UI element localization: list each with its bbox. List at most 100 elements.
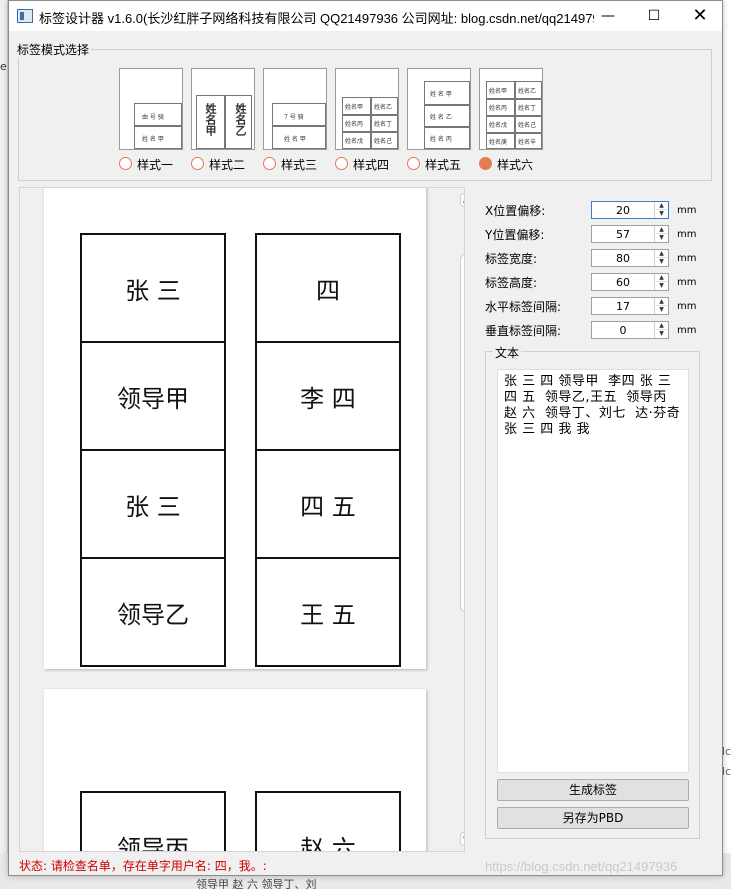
thumb-text: 姓名庚: [489, 139, 508, 146]
label-height-spinbox[interactable]: ▲ ▼: [591, 273, 669, 291]
radio-style-1[interactable]: 样式一: [119, 156, 185, 172]
style-thumb-4[interactable]: 姓名甲 姓名乙 姓名丙 姓名丁 姓名戊 姓名己: [335, 68, 399, 150]
thumb-text: 姓名己: [374, 138, 393, 145]
radio-label: 样式五: [425, 158, 462, 172]
minimize-icon[interactable]: —: [585, 1, 631, 31]
scrollbar-thumb[interactable]: [460, 254, 464, 612]
v-spacing-input[interactable]: [592, 322, 654, 338]
radio-indicator-checked: [479, 157, 492, 170]
close-icon[interactable]: ✕: [677, 1, 723, 31]
save-as-pbd-button[interactable]: 另存为PBD: [497, 807, 689, 829]
radio-indicator: [119, 157, 132, 170]
thumb-divider: [342, 131, 398, 133]
spin-buttons[interactable]: ▲ ▼: [654, 250, 668, 266]
radio-style-3[interactable]: 样式三: [263, 156, 329, 172]
spin-down-icon[interactable]: ▼: [655, 234, 668, 242]
radio-indicator: [335, 157, 348, 170]
label-cell: 四 五: [255, 449, 401, 559]
spin-up-icon[interactable]: ▲: [655, 226, 668, 234]
thumb-divider: [272, 125, 326, 127]
radio-label: 样式四: [353, 158, 390, 172]
style-thumb-6[interactable]: 姓名甲 姓名乙 姓名丙 姓名丁 姓名戊 姓名己 姓名庚 姓名辛: [479, 68, 543, 150]
style-thumb-1[interactable]: 由 号 骑 姓 名 甲: [119, 68, 183, 150]
radio-style-2[interactable]: 样式二: [191, 156, 257, 172]
style-thumb-2[interactable]: 姓名甲 姓名乙: [191, 68, 255, 150]
watermark-text: https://blog.csdn.net/qq21497936: [485, 859, 678, 874]
x-offset-label: X位置偏移:: [485, 204, 546, 218]
radio-style-4[interactable]: 样式四: [335, 156, 401, 172]
label-cell: 四: [255, 233, 401, 343]
window-title: 标签设计器 v1.6.0(长沙红胖子网络科技有限公司 QQ21497936 公司…: [39, 11, 594, 26]
thumb-divider: [424, 126, 470, 128]
label-cell: 王 五: [255, 557, 401, 667]
spin-up-icon[interactable]: ▲: [655, 202, 668, 210]
status-text: 状态: 请检查名单，存在单字用户名: 四，我。:: [19, 859, 267, 873]
radio-label: 样式一: [137, 158, 174, 172]
label-width-spinbox[interactable]: ▲ ▼: [591, 249, 669, 267]
thumb-text: 由 号 骑: [142, 114, 164, 121]
spin-up-icon[interactable]: ▲: [655, 250, 668, 258]
thumb-text: 姓名辛: [518, 139, 537, 146]
spin-buttons[interactable]: ▲ ▼: [654, 322, 668, 338]
spin-down-icon[interactable]: ▼: [655, 330, 668, 338]
thumb-text: 姓 名 甲: [430, 91, 452, 98]
spin-buttons[interactable]: ▲ ▼: [654, 274, 668, 290]
spin-up-icon[interactable]: ▲: [655, 298, 668, 306]
unit-label: mm: [677, 253, 697, 264]
y-offset-input[interactable]: [592, 226, 654, 242]
unit-label: mm: [677, 325, 697, 336]
app-icon: [17, 9, 33, 23]
label-height-label: 标签高度:: [485, 276, 538, 290]
label-cell: 领导丙: [80, 791, 226, 851]
spin-down-icon[interactable]: ▼: [655, 306, 668, 314]
radio-style-5[interactable]: 样式五: [407, 156, 473, 172]
thumb-text: 姓 名 丙: [430, 136, 452, 143]
label-height-input[interactable]: [592, 274, 654, 290]
unit-label: mm: [677, 229, 697, 240]
h-spacing-spinbox[interactable]: ▲ ▼: [591, 297, 669, 315]
spin-down-icon[interactable]: ▼: [655, 282, 668, 290]
style-group-title: 标签模式选择: [15, 41, 92, 58]
thumb-text: 姓名戊: [345, 138, 364, 145]
thumb-text: 姓 名 甲: [284, 136, 306, 143]
style-thumb-5[interactable]: 姓 名 甲 姓 名 乙 姓 名 丙: [407, 68, 471, 150]
y-offset-label: Y位置偏移:: [485, 228, 545, 242]
h-spacing-input[interactable]: [592, 298, 654, 314]
spin-up-icon[interactable]: ▲: [655, 274, 668, 282]
scroll-down-icon[interactable]: ▼: [460, 832, 464, 846]
radio-label: 样式三: [281, 158, 318, 172]
thumb-text: 姓名甲: [345, 104, 364, 111]
spin-buttons[interactable]: ▲ ▼: [654, 202, 668, 218]
thumb-text: 姓名己: [518, 122, 537, 129]
thumb-divider: [134, 125, 182, 127]
x-offset-spinbox[interactable]: ▲ ▼: [591, 201, 669, 219]
x-offset-input[interactable]: [592, 202, 654, 218]
radio-style-6[interactable]: 样式六: [479, 156, 545, 172]
y-offset-spinbox[interactable]: ▲ ▼: [591, 225, 669, 243]
thumb-text: 姓名甲: [489, 88, 508, 95]
thumb-text: 姓名乙: [374, 104, 393, 111]
h-spacing-label: 水平标签间隔:: [485, 300, 562, 314]
spin-down-icon[interactable]: ▼: [655, 258, 668, 266]
scroll-up-icon[interactable]: ▲: [460, 193, 464, 207]
thumb-divider: [486, 115, 542, 117]
names-textarea[interactable]: 张 三 四 领导甲 李四 张 三 四 五 领导乙,王五 领导丙 赵 六 领导丁、…: [497, 369, 689, 773]
title-bar[interactable]: 标签设计器 v1.6.0(长沙红胖子网络科技有限公司 QQ21497936 公司…: [9, 1, 722, 31]
style-thumb-3[interactable]: 7 号 骑 姓 名 甲: [263, 68, 327, 150]
preview-page-1: 张 三 领导甲 张 三 领导乙 四 李 四 四 五 王 五: [44, 188, 426, 669]
spin-buttons[interactable]: ▲ ▼: [654, 226, 668, 242]
label-cell: 领导甲: [80, 341, 226, 451]
spin-up-icon[interactable]: ▲: [655, 322, 668, 330]
preview-scrollbar[interactable]: ▲ ▼: [457, 188, 464, 851]
label-cell: 李 四: [255, 341, 401, 451]
v-spacing-spinbox[interactable]: ▲ ▼: [591, 321, 669, 339]
thumb-text: 姓名丁: [374, 121, 393, 128]
spin-buttons[interactable]: ▲ ▼: [654, 298, 668, 314]
spin-down-icon[interactable]: ▼: [655, 210, 668, 218]
label-width-input[interactable]: [592, 250, 654, 266]
thumb-text: 姓 名 乙: [430, 114, 452, 121]
generate-labels-button[interactable]: 生成标签: [497, 779, 689, 801]
maximize-icon[interactable]: ☐: [631, 1, 677, 31]
label-preview[interactable]: 张 三 领导甲 张 三 领导乙 四 李 四 四 五 王 五 领导丙 赵 六 ▲ …: [19, 187, 465, 852]
thumb-text: 姓名乙: [518, 88, 537, 95]
